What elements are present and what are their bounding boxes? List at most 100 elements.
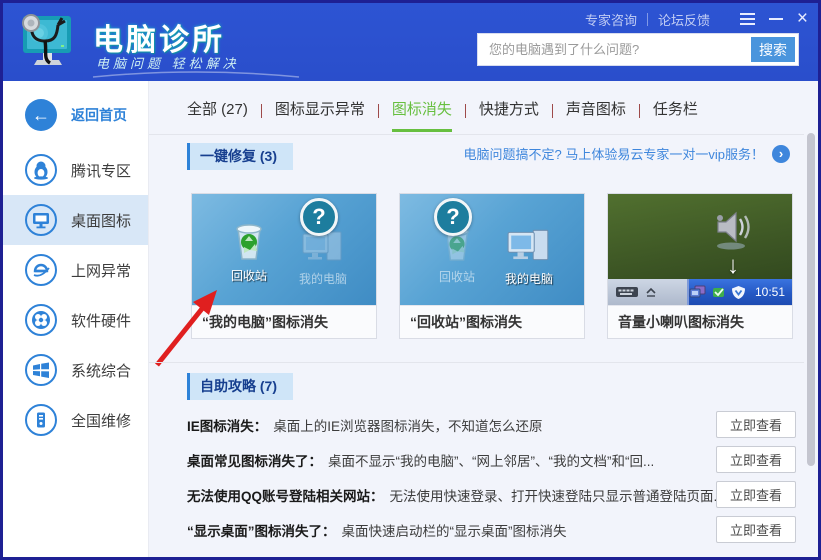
guide-row-qq-login: 无法使用QQ账号登陆相关网站： 无法使用快速登录、打开快速登陆只显示普通登陆页面… xyxy=(187,477,796,512)
tab-separator xyxy=(378,104,379,118)
guide-desc: 桌面上的IE浏览器图标消失，不知道怎么还原 xyxy=(273,415,542,435)
sidebar-item-repair[interactable]: 全国维修 xyxy=(3,395,148,445)
qq-penguin-icon xyxy=(25,154,57,186)
tagline-underline xyxy=(91,71,301,79)
card-image-xp-desktop: ↓ 10:51 xyxy=(608,194,792,305)
card-caption: “回收站”图标消失 xyxy=(400,305,584,338)
scrollbar-thumb[interactable] xyxy=(807,133,815,466)
desktop-icon-label: 我的电脑 xyxy=(296,270,350,287)
sidebar-item-label: 软件硬件 xyxy=(71,310,131,331)
sidebar-item-internet[interactable]: 上网异常 xyxy=(3,245,148,295)
guide-desc: 无法使用快速登录、打开快速登陆只显示普通登陆页面... xyxy=(390,485,725,505)
chevron-right-icon: › xyxy=(772,145,790,163)
tab-icon-missing[interactable]: 图标消失 xyxy=(392,98,452,132)
guide-desc: 桌面不显示“我的电脑”、“网上邻居”、“我的文档”和“回... xyxy=(328,450,654,470)
vip-promo-text: 电脑问题搞不定? 马上体验易云专家一对一vip服务！ xyxy=(464,144,764,163)
desktop-icon-label: 我的电脑 xyxy=(502,270,556,287)
tray-clock: 10:51 xyxy=(755,285,785,299)
sidebar-item-label: 全国维修 xyxy=(71,410,131,431)
monitor-icon xyxy=(25,204,57,236)
quick-fix-cards: 回收站 我的电脑 ? “我的电脑”图标消失 回收站 ? xyxy=(191,193,793,339)
shield-tray-icon xyxy=(731,285,746,300)
sidebar-item-tencent[interactable]: 腾讯专区 xyxy=(3,145,148,195)
system-tray: 10:51 xyxy=(689,285,792,300)
my-computer-icon: 我的电脑 xyxy=(502,228,556,287)
divider xyxy=(149,362,804,363)
question-mark-badge: ? xyxy=(300,198,338,236)
xp-taskbar: 10:51 xyxy=(608,279,792,305)
sidebar-item-system[interactable]: 系统综合 xyxy=(3,345,148,395)
search-input[interactable] xyxy=(481,42,751,57)
recycle-bin-icon: 回收站 xyxy=(222,221,276,284)
taskbar-quick-launch xyxy=(608,279,687,305)
down-arrow-icon: ↓ xyxy=(727,252,739,280)
network-monitors-icon xyxy=(689,285,706,299)
app-window: 电脑诊所 电脑问题 轻松解决 专家咨询 论坛反馈 × 搜索 ← 返回首页 xyxy=(0,0,821,560)
tab-icon-abnormal[interactable]: 图标显示异常 xyxy=(275,98,365,132)
forum-feedback-link[interactable]: 论坛反馈 xyxy=(658,10,710,29)
guide-label: IE图标消失： xyxy=(187,415,267,435)
self-help-section-header: 自助攻略 (7) xyxy=(187,374,293,398)
window-controls: × xyxy=(740,10,808,28)
quick-fix-section-header: 一键修复 (3) xyxy=(187,144,293,168)
fix-card-my-computer-missing[interactable]: 回收站 我的电脑 ? “我的电脑”图标消失 xyxy=(191,193,377,339)
expand-chevron-icon xyxy=(646,287,656,297)
app-header: 电脑诊所 电脑问题 轻松解决 专家咨询 论坛反馈 × 搜索 xyxy=(3,3,818,81)
guide-row-ie-icon: IE图标消失： 桌面上的IE浏览器图标消失，不知道怎么还原 立即查看 xyxy=(187,407,796,442)
view-now-button[interactable]: 立即查看 xyxy=(716,446,796,473)
windows-flag-icon xyxy=(25,354,57,386)
card-caption: “我的电脑”图标消失 xyxy=(192,305,376,338)
keyboard-icon xyxy=(616,286,638,298)
guide-label: 桌面常见图标消失了： xyxy=(187,450,322,470)
tab-separator xyxy=(552,104,553,118)
header-links: 专家咨询 论坛反馈 xyxy=(585,10,710,29)
tab-sound-icon[interactable]: 声音图标 xyxy=(566,98,626,132)
sidebar-item-label: 桌面图标 xyxy=(71,210,131,231)
guide-list: IE图标消失： 桌面上的IE浏览器图标消失，不知道怎么还原 立即查看 桌面常见图… xyxy=(187,407,796,547)
vip-promo-link[interactable]: 电脑问题搞不定? 马上体验易云专家一对一vip服务！ › xyxy=(464,144,790,163)
search-bar: 搜索 xyxy=(477,33,799,66)
tab-separator xyxy=(261,104,262,118)
minimize-icon[interactable] xyxy=(769,18,783,20)
tab-all[interactable]: 全部 (27) xyxy=(187,98,248,132)
fix-card-recycle-bin-missing[interactable]: 回收站 ? 我的电脑 “回收站”图标消失 xyxy=(399,193,585,339)
guide-desc: 桌面快速启动栏的“显示桌面”图标消失 xyxy=(342,520,567,540)
back-arrow-icon: ← xyxy=(25,99,57,131)
view-now-button[interactable]: 立即查看 xyxy=(716,481,796,508)
card-caption: 音量小喇叭图标消失 xyxy=(608,305,792,338)
clover-parts-icon xyxy=(25,304,57,336)
menu-icon[interactable] xyxy=(740,13,755,25)
quick-fix-title: 一键修复 (3) xyxy=(187,143,293,170)
sidebar-item-label: 系统综合 xyxy=(71,360,131,381)
expert-consult-link[interactable]: 专家咨询 xyxy=(585,10,637,29)
view-now-button[interactable]: 立即查看 xyxy=(716,516,796,543)
back-home-button[interactable]: ← 返回首页 xyxy=(3,95,148,135)
view-now-button[interactable]: 立即查看 xyxy=(716,411,796,438)
sidebar-item-label: 上网异常 xyxy=(71,260,131,281)
category-tabs: 全部 (27) 图标显示异常 图标消失 快捷方式 声音图标 任务栏 xyxy=(187,95,788,135)
search-button[interactable]: 搜索 xyxy=(751,37,795,62)
desktop-icon-label: 回收站 xyxy=(222,267,276,284)
speaker-icon xyxy=(708,208,754,250)
close-icon[interactable]: × xyxy=(797,12,808,26)
repair-station-icon xyxy=(25,404,57,436)
fix-card-volume-icon-missing[interactable]: ↓ 10:51 xyxy=(607,193,793,339)
guide-row-common-icons: 桌面常见图标消失了： 桌面不显示“我的电脑”、“网上邻居”、“我的文档”和“回.… xyxy=(187,442,796,477)
divider xyxy=(149,134,804,135)
tab-shortcut[interactable]: 快捷方式 xyxy=(479,98,539,132)
back-home-label: 返回首页 xyxy=(71,105,127,125)
guide-row-show-desktop: “显示桌面”图标消失了： 桌面快速启动栏的“显示桌面”图标消失 立即查看 xyxy=(187,512,796,547)
sidebar-item-desktop-icons[interactable]: 桌面图标 xyxy=(3,195,148,245)
app-tagline: 电脑问题 轻松解决 xyxy=(96,53,240,72)
ie-browser-icon xyxy=(25,254,57,286)
main-content: 全部 (27) 图标显示异常 图标消失 快捷方式 声音图标 任务栏 一键修复 (… xyxy=(148,81,818,557)
my-computer-icon-faded: 我的电脑 xyxy=(296,230,350,287)
tab-taskbar[interactable]: 任务栏 xyxy=(653,98,698,132)
desktop-icon-label: 回收站 xyxy=(430,268,484,285)
self-help-title: 自助攻略 (7) xyxy=(187,373,293,400)
guide-label: 无法使用QQ账号登陆相关网站： xyxy=(187,485,384,505)
sidebar: ← 返回首页 腾讯专区 桌面图标 上网异常 软件硬件 xyxy=(3,81,148,557)
sidebar-item-software-hardware[interactable]: 软件硬件 xyxy=(3,295,148,345)
sidebar-item-label: 腾讯专区 xyxy=(71,160,131,181)
green-tray-icon xyxy=(711,285,726,299)
